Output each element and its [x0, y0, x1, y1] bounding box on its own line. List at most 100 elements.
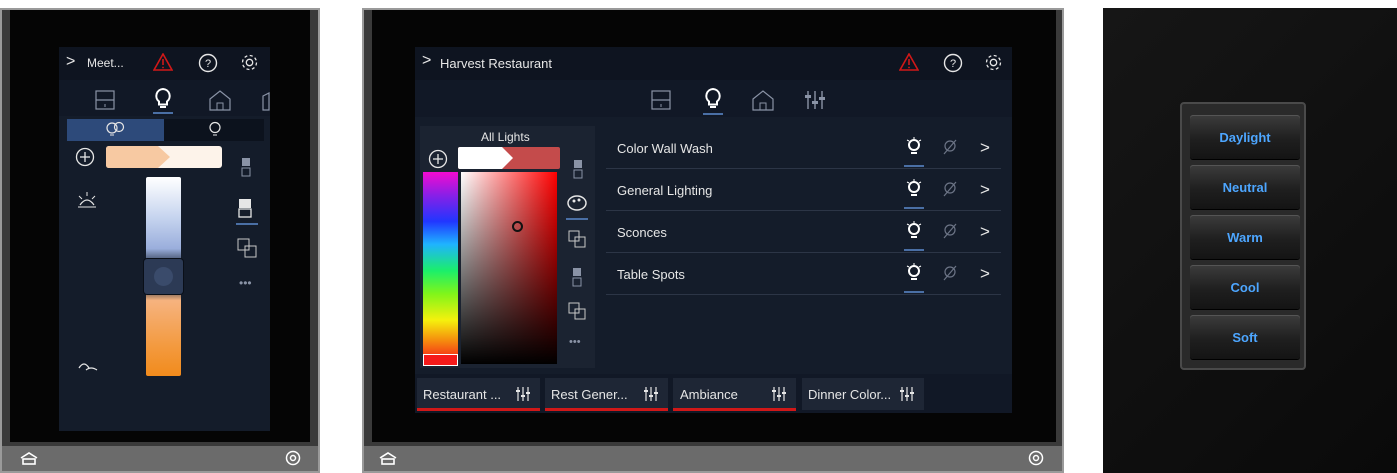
scene-label: Dinner Color...: [808, 387, 892, 402]
tab-shades-icon[interactable]: [649, 88, 673, 112]
tab-lights-indicator: [153, 112, 173, 114]
multi-bulb-icon: [106, 121, 125, 136]
panel2-ui: > Harvest Restaurant ? All Lights ••• Co…: [415, 47, 1012, 413]
add-icon[interactable]: [75, 147, 95, 167]
gear-icon[interactable]: [983, 52, 1004, 73]
more-options-icon[interactable]: •••: [239, 276, 252, 290]
more-options-icon[interactable]: •••: [569, 336, 581, 348]
subtab-single-light[interactable]: [164, 119, 264, 141]
hue-selector[interactable]: [423, 354, 458, 366]
hue-bar[interactable]: [423, 172, 458, 362]
bulb-icon: [209, 121, 221, 136]
color-picker-label: All Lights: [481, 130, 530, 144]
palette-secondary-icon[interactable]: [567, 301, 587, 321]
power-button-icon[interactable]: [1028, 450, 1044, 466]
subtab-multi-lights[interactable]: [67, 119, 164, 141]
tab-lights-icon[interactable]: [151, 86, 175, 112]
chevron-right-icon[interactable]: >: [980, 264, 990, 284]
zone-name: Table Spots: [617, 267, 685, 282]
touch-panel-small: > Meet... ? •••: [0, 8, 320, 473]
panel2-title[interactable]: Harvest Restaurant: [440, 56, 552, 71]
light-on-indicator: [904, 249, 924, 251]
fixture-icon[interactable]: [571, 158, 585, 180]
keypad-bezel: Daylight Neutral Warm Cool Soft: [1180, 102, 1306, 370]
light-on-icon[interactable]: [906, 221, 922, 241]
light-off-icon[interactable]: [942, 180, 958, 198]
panel1-bezel: [2, 446, 318, 471]
scene-label: Restaurant ...: [423, 387, 502, 402]
chevron-right-icon[interactable]: >: [980, 138, 990, 158]
warning-icon[interactable]: [899, 53, 919, 71]
gear-icon[interactable]: [239, 52, 260, 73]
light-on-icon[interactable]: [906, 179, 922, 199]
zone-row[interactable]: Table Spots >: [606, 253, 1001, 295]
chevron-right-icon[interactable]: >: [980, 180, 990, 200]
home-button-icon[interactable]: [378, 451, 398, 466]
zone-row[interactable]: Sconces >: [606, 211, 1001, 253]
tab-home-icon[interactable]: [207, 88, 233, 112]
palette-icon[interactable]: [567, 229, 587, 249]
scene-button[interactable]: Restaurant ...: [417, 378, 540, 411]
color-preset-strip[interactable]: [106, 146, 222, 168]
scene-button[interactable]: Dinner Color...: [802, 378, 924, 410]
tab-home-icon[interactable]: [750, 88, 776, 112]
fixture-outline-icon[interactable]: [570, 266, 584, 288]
color-preset-strip[interactable]: [458, 147, 560, 169]
keypad-button-soft[interactable]: Soft: [1190, 315, 1300, 359]
keypad-button-neutral[interactable]: Neutral: [1190, 165, 1300, 209]
power-button-icon[interactable]: [285, 450, 301, 466]
panel2-header: > Harvest Restaurant ?: [415, 47, 1012, 80]
color-palette-icon[interactable]: [236, 237, 258, 259]
tab-partial-icon[interactable]: [261, 90, 270, 112]
color-cursor[interactable]: [512, 221, 523, 232]
tab-lights-icon[interactable]: [701, 86, 725, 112]
scene-bar: Restaurant ... Rest Gener... Ambiance Di…: [415, 374, 1012, 413]
help-icon[interactable]: ?: [198, 53, 218, 73]
sun-bright-icon: [78, 192, 96, 208]
chevron-right-icon[interactable]: >: [422, 52, 431, 70]
keypad-button-warm[interactable]: Warm: [1190, 215, 1300, 259]
panel1-header: > Meet... ?: [59, 47, 270, 80]
help-icon[interactable]: ?: [943, 53, 963, 73]
light-off-icon[interactable]: [942, 264, 958, 282]
keypad-button-daylight[interactable]: Daylight: [1190, 115, 1300, 159]
light-off-icon[interactable]: [942, 222, 958, 240]
warning-icon[interactable]: [153, 53, 173, 71]
sun-set-icon: [78, 363, 98, 371]
chevron-right-icon[interactable]: >: [980, 222, 990, 242]
light-off-icon[interactable]: [942, 138, 958, 156]
scene-button[interactable]: Ambiance: [673, 378, 796, 411]
scene-label: Ambiance: [680, 387, 738, 402]
color-wheel-indicator: [566, 218, 588, 220]
svg-text:?: ?: [205, 58, 211, 70]
row-divider: [606, 294, 1001, 295]
svg-text:?: ?: [950, 58, 956, 70]
zone-list: Color Wall Wash > General Lighting > Sco…: [606, 127, 1001, 297]
color-wheel-icon[interactable]: [566, 193, 588, 213]
slider-thumb-grip: [154, 267, 173, 286]
saturation-field[interactable]: [461, 172, 557, 364]
zone-row[interactable]: Color Wall Wash >: [606, 127, 1001, 169]
slider-thumb[interactable]: [144, 259, 183, 294]
keypad-button-cool[interactable]: Cool: [1190, 265, 1300, 309]
home-button-icon[interactable]: [19, 451, 39, 466]
panel2-tab-bar: [415, 80, 1012, 117]
tab-lights-indicator: [703, 113, 723, 115]
fixture-icon[interactable]: [239, 156, 253, 178]
tab-shades-icon[interactable]: [93, 88, 117, 112]
touch-panel-large: > Harvest Restaurant ? All Lights ••• Co…: [362, 8, 1064, 473]
light-on-icon[interactable]: [906, 137, 922, 157]
add-icon[interactable]: [428, 149, 448, 169]
zone-row[interactable]: General Lighting >: [606, 169, 1001, 211]
scene-button[interactable]: Rest Gener...: [545, 378, 668, 411]
chevron-right-icon[interactable]: >: [66, 53, 75, 71]
tab-controls-icon[interactable]: [803, 88, 827, 112]
light-on-icon[interactable]: [906, 263, 922, 283]
fixture-selected-icon[interactable]: [236, 197, 254, 219]
scene-controls-icon: [772, 387, 786, 401]
scene-active-indicator: [673, 408, 796, 411]
light-on-indicator: [904, 207, 924, 209]
panel1-title[interactable]: Meet...: [87, 56, 124, 70]
fixture-selected-indicator: [236, 223, 258, 225]
zone-name: Sconces: [617, 225, 667, 240]
